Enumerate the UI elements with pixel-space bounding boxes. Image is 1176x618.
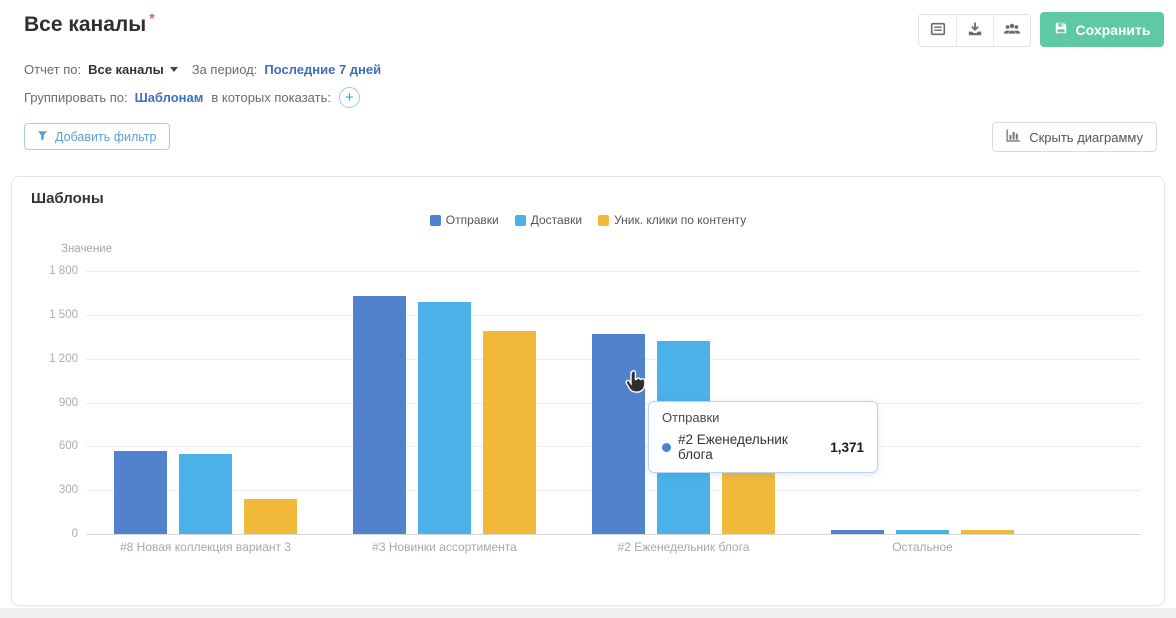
bar[interactable] — [961, 530, 1014, 534]
period-link[interactable]: Последние 7 дней — [264, 62, 381, 77]
users-icon — [1003, 22, 1021, 39]
period-label: За период: — [192, 62, 258, 77]
table-view-button[interactable] — [919, 15, 956, 46]
x-axis-category-label: #3 Новинки ассортимента — [325, 540, 564, 554]
hide-chart-button[interactable]: Скрыть диаграмму — [992, 122, 1157, 152]
filter-funnel-icon — [37, 130, 48, 144]
legend-item-unique-clicks[interactable]: Уник. клики по контенту — [598, 213, 746, 227]
group-settings-row: Группировать по: Шаблонам в которых пока… — [24, 87, 360, 108]
share-users-button[interactable] — [993, 15, 1030, 46]
x-axis-category-label: #8 Новая коллекция вариант 3 — [86, 540, 325, 554]
bar[interactable] — [244, 499, 297, 534]
save-icon — [1054, 21, 1068, 38]
y-axis-tick-label: 0 — [28, 527, 78, 541]
report-page: Все каналы* Сохранить Отчет по: Все кана… — [0, 0, 1176, 618]
tooltip-series-header: Отправки — [662, 410, 864, 425]
report-by-dropdown[interactable]: Все каналы — [88, 62, 178, 77]
legend-label-unique-clicks: Уник. клики по контенту — [614, 213, 746, 227]
page-title: Все каналы* — [24, 10, 155, 37]
y-axis-tick-label: 1 200 — [28, 352, 78, 366]
header-icon-button-group — [918, 14, 1031, 47]
report-settings-row: Отчет по: Все каналы За период: Последни… — [24, 62, 381, 77]
bar[interactable] — [483, 331, 536, 534]
hide-chart-label: Скрыть диаграмму — [1029, 130, 1143, 145]
tooltip-category-label: #2 Еженедельник блога — [678, 432, 823, 462]
download-icon — [967, 21, 983, 40]
gridline — [86, 534, 1141, 535]
legend-swatch-sends — [430, 215, 441, 226]
show-in-label: в которых показать: — [211, 90, 331, 105]
y-axis-tick-label: 1 500 — [28, 308, 78, 322]
tooltip-series-dot-icon — [662, 443, 671, 452]
save-button[interactable]: Сохранить — [1040, 12, 1164, 47]
legend-label-deliveries: Доставки — [531, 213, 582, 227]
tooltip-value: 1,371 — [830, 440, 864, 455]
x-axis-category-label: Остальное — [803, 540, 1042, 554]
legend-label-sends: Отправки — [446, 213, 499, 227]
group-by-link[interactable]: Шаблонам — [135, 90, 204, 105]
caret-down-icon — [170, 67, 178, 72]
chart-card-title: Шаблоны — [31, 190, 104, 207]
chart-legend: Отправки Доставки Уник. клики по контент… — [12, 213, 1164, 227]
add-metric-button[interactable]: + — [339, 87, 360, 108]
download-button[interactable] — [956, 15, 993, 46]
chart-tooltip: Отправки #2 Еженедельник блога 1,371 — [648, 401, 878, 473]
y-axis-tick-label: 1 800 — [28, 264, 78, 278]
table-icon — [930, 21, 946, 40]
save-button-label: Сохранить — [1076, 22, 1151, 38]
bar[interactable] — [896, 530, 949, 534]
bar-group — [86, 271, 325, 534]
bar[interactable] — [114, 451, 167, 534]
legend-swatch-deliveries — [515, 215, 526, 226]
x-axis-category-label: #2 Еженедельник блога — [564, 540, 803, 554]
y-axis-tick-label: 300 — [28, 483, 78, 497]
report-by-label: Отчет по: — [24, 62, 81, 77]
group-by-label: Группировать по: — [24, 90, 128, 105]
required-asterisk: * — [149, 10, 154, 26]
bar[interactable] — [353, 296, 406, 534]
add-filter-label: Добавить фильтр — [55, 130, 157, 144]
plus-icon: + — [345, 89, 354, 106]
y-axis-tick-label: 600 — [28, 439, 78, 453]
y-axis-tick-label: 900 — [28, 396, 78, 410]
report-by-value: Все каналы — [88, 62, 164, 77]
page-bottom-strip — [0, 608, 1176, 618]
chart-card: Шаблоны Отправки Доставки Уник. клики по… — [11, 176, 1165, 606]
bar-chart-plot-area: 03006009001 2001 5001 800#8 Новая коллек… — [86, 271, 1141, 534]
bar-group — [325, 271, 564, 534]
page-title-text: Все каналы — [24, 13, 146, 36]
legend-item-sends[interactable]: Отправки — [430, 213, 499, 227]
y-axis-title: Значение — [61, 243, 112, 255]
legend-swatch-unique-clicks — [598, 215, 609, 226]
bar-chart-icon — [1006, 129, 1021, 146]
bar[interactable] — [592, 334, 645, 534]
bar[interactable] — [179, 454, 232, 534]
legend-item-deliveries[interactable]: Доставки — [515, 213, 582, 227]
bar[interactable] — [418, 302, 471, 534]
bar[interactable] — [831, 530, 884, 534]
add-filter-button[interactable]: Добавить фильтр — [24, 123, 170, 150]
tooltip-row: #2 Еженедельник блога 1,371 — [662, 432, 864, 462]
